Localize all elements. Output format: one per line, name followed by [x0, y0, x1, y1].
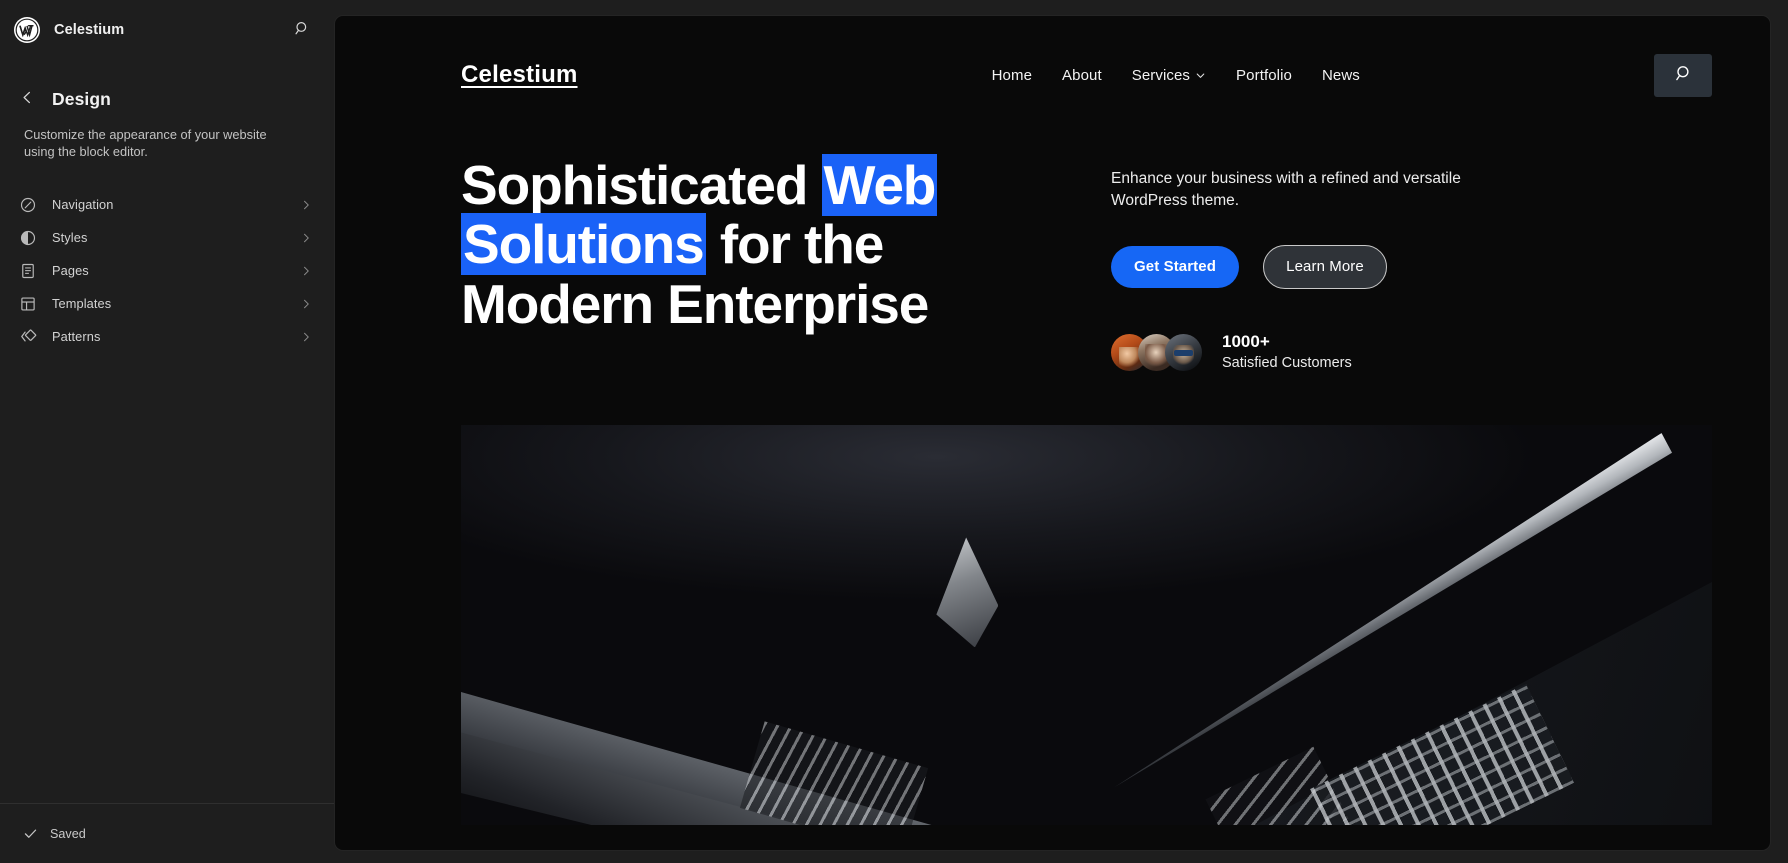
site-navigation: Home About Services Portfolio News: [698, 67, 1654, 84]
stats-text: 1000+ Satisfied Customers: [1222, 331, 1352, 374]
wordpress-logo-icon[interactable]: [14, 17, 40, 43]
nav-link-portfolio[interactable]: Portfolio: [1236, 67, 1292, 84]
check-icon: [22, 826, 38, 842]
chevron-right-icon: [299, 198, 313, 212]
hero-section: Sophisticated Web Solutions for the Mode…: [335, 134, 1770, 373]
patterns-diamond-icon: [18, 327, 38, 347]
sidebar-item-label: Templates: [52, 296, 112, 312]
sidebar-item-label: Styles: [52, 230, 88, 246]
chevron-right-icon: [299, 231, 313, 245]
site-preview-canvas[interactable]: Celestium Home About Services Portfolio …: [335, 16, 1770, 850]
sidebar-topbar: Celestium: [0, 0, 335, 60]
nav-label: News: [1321, 66, 1360, 84]
sidebar-item-patterns[interactable]: Patterns: [12, 320, 323, 353]
nav-label: Home: [991, 66, 1033, 84]
sidebar-item-styles[interactable]: Styles: [12, 221, 323, 254]
architecture-photo: [461, 425, 1712, 826]
preview-canvas-wrapper: Celestium Home About Services Portfolio …: [335, 0, 1788, 863]
sidebar-item-label: Patterns: [52, 329, 101, 345]
get-started-button[interactable]: Get Started: [1111, 245, 1239, 288]
stat-label: Satisfied Customers: [1222, 354, 1352, 371]
sidebar-item-pages[interactable]: Pages: [12, 254, 323, 287]
nav-link-news[interactable]: News: [1322, 67, 1360, 84]
site-header: Celestium Home About Services Portfolio …: [335, 16, 1770, 134]
site-search-button[interactable]: [1654, 53, 1712, 97]
sidebar-menu: Navigation Styles Pages Templates Patter…: [0, 188, 335, 803]
hero-right-column: Enhance your business with a refined and…: [1071, 156, 1712, 373]
nav-label: Services: [1131, 66, 1191, 84]
avatar: [1165, 333, 1202, 371]
navigation-compass-icon: [18, 195, 38, 215]
sidebar-item-label: Navigation: [52, 197, 114, 213]
stat-number: 1000+: [1222, 331, 1270, 351]
admin-sidebar: Celestium Design Customize the appearanc…: [0, 0, 335, 863]
sidebar-footer: Saved: [0, 803, 335, 863]
sidebar-search-button[interactable]: [287, 15, 317, 45]
sidebar-site-title: Celestium: [54, 22, 125, 38]
learn-more-button[interactable]: Learn More: [1263, 244, 1387, 289]
templates-layout-icon: [18, 294, 38, 314]
sidebar-item-label: Pages: [52, 263, 89, 279]
nav-link-home[interactable]: Home: [992, 67, 1032, 84]
nav-label: About: [1062, 66, 1102, 84]
sidebar-item-templates[interactable]: Templates: [12, 287, 323, 320]
sidebar-description: Customize the appearance of your website…: [24, 127, 267, 160]
site-editor-app: Celestium Design Customize the appearanc…: [0, 0, 1788, 863]
search-icon: [1674, 64, 1693, 86]
sidebar-item-navigation[interactable]: Navigation: [12, 188, 323, 221]
styles-contrast-icon: [18, 228, 38, 248]
customer-avatar-group: [1111, 333, 1202, 371]
site-logo-title[interactable]: Celestium: [461, 61, 578, 89]
chevron-right-icon: [299, 297, 313, 311]
nav-link-services[interactable]: Services: [1132, 67, 1206, 84]
hero-subtitle: Enhance your business with a refined and…: [1111, 170, 1461, 210]
hero-headline: Sophisticated Web Solutions for the Mode…: [461, 154, 1031, 334]
chevron-left-icon: [20, 90, 35, 108]
chevron-down-icon: [1195, 70, 1206, 81]
hero-button-group: Get Started Learn More: [1111, 244, 1712, 289]
sidebar-header: Design Customize the appearance of your …: [0, 60, 335, 160]
save-status-label: Saved: [50, 826, 86, 841]
hero-stats: 1000+ Satisfied Customers: [1111, 331, 1712, 374]
nav-link-about[interactable]: About: [1062, 67, 1102, 84]
pages-document-icon: [18, 261, 38, 281]
nav-label: Portfolio: [1236, 66, 1292, 84]
chevron-right-icon: [299, 264, 313, 278]
hero-left-column: Sophisticated Web Solutions for the Mode…: [461, 154, 1031, 373]
search-icon: [294, 20, 311, 40]
page-title: Design: [52, 88, 111, 109]
hero-headline-part-1: Sophisticated: [461, 154, 822, 216]
sidebar-back-row: Design: [14, 86, 311, 112]
back-button[interactable]: [14, 86, 40, 112]
hero-image-container[interactable]: [461, 425, 1712, 826]
chevron-right-icon: [299, 330, 313, 344]
